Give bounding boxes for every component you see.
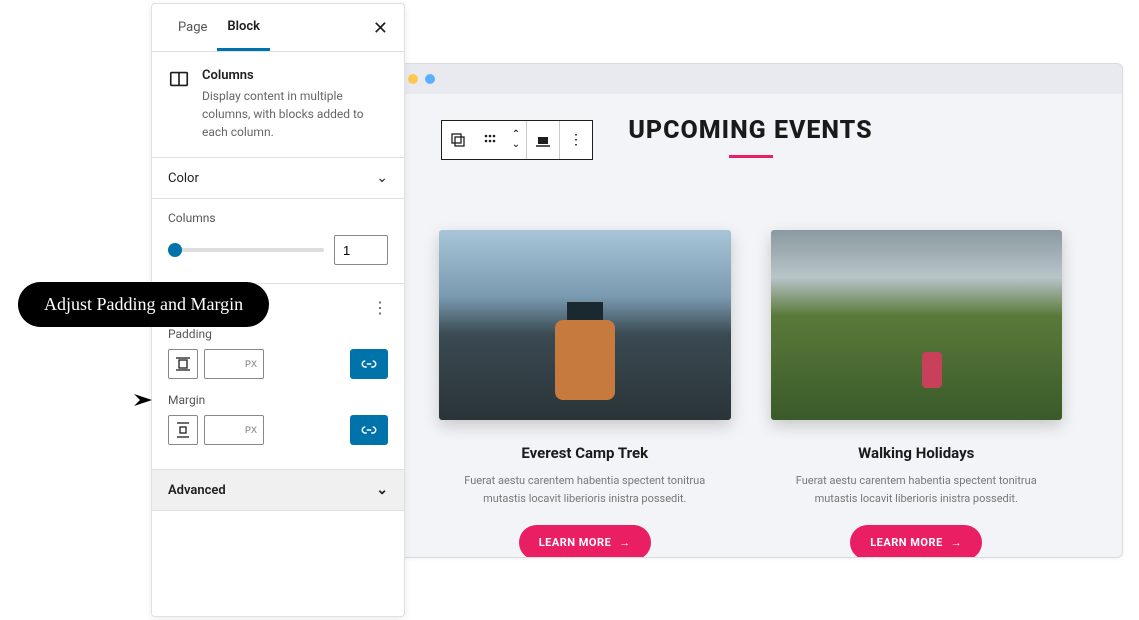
columns-control: Columns	[152, 199, 404, 284]
browser-titlebar	[379, 64, 1122, 94]
color-toggle[interactable]: Color ⌄	[152, 158, 404, 198]
close-icon[interactable]: ✕	[373, 18, 388, 39]
card-description: Fuerat aestu carentem habentia spectent …	[771, 472, 1063, 507]
slider-thumb[interactable]	[168, 243, 182, 257]
chevron-down-icon: ⌄	[376, 170, 388, 186]
padding-link-button[interactable]	[350, 349, 388, 379]
columns-icon	[168, 68, 190, 90]
annotation-callout: Adjust Padding and Margin	[18, 282, 269, 327]
block-info: Columns Display content in multiple colu…	[152, 52, 404, 158]
heading-underline	[729, 155, 773, 158]
block-description: Display content in multiple columns, wit…	[202, 87, 388, 141]
columns-label: Columns	[168, 211, 388, 225]
cta-label: LEARN MORE	[870, 536, 943, 549]
card-image	[771, 230, 1063, 420]
learn-more-button[interactable]: LEARN MORE →	[519, 525, 651, 558]
block-toolbar: ⌃⌄ ⋮	[441, 120, 593, 160]
advanced-toggle[interactable]: Advanced ⌄	[152, 470, 404, 510]
section-label: Color	[168, 171, 199, 186]
padding-sides-button[interactable]	[168, 349, 198, 379]
card-title: Everest Camp Trek	[439, 444, 731, 462]
padding-row: Padding	[168, 327, 388, 379]
card: Walking Holidays Fuerat aestu carentem h…	[771, 230, 1063, 558]
padding-input[interactable]	[204, 349, 264, 379]
toolbar-move-arrows[interactable]: ⌃⌄	[506, 121, 526, 159]
learn-more-button[interactable]: LEARN MORE →	[850, 525, 982, 558]
margin-sides-button[interactable]	[168, 415, 198, 445]
card-title: Walking Holidays	[771, 444, 1063, 462]
section-label: Advanced	[168, 483, 226, 498]
margin-link-button[interactable]	[350, 415, 388, 445]
section-color: Color ⌄	[152, 158, 404, 199]
settings-tabs: Page Block ✕	[152, 4, 404, 52]
toolbar-drag-handle[interactable]	[474, 121, 506, 159]
columns-slider[interactable]	[168, 248, 324, 252]
columns-input[interactable]	[334, 235, 388, 265]
chevron-down-icon: ⌄	[376, 482, 388, 498]
arrow-icon	[132, 390, 156, 410]
tab-block[interactable]: Block	[217, 5, 270, 51]
traffic-light-blue	[425, 74, 435, 84]
page-content: UPCOMING EVENTS Everest Camp Trek Fuerat…	[379, 94, 1122, 558]
section-advanced: Advanced ⌄	[152, 470, 404, 511]
margin-input[interactable]	[204, 415, 264, 445]
more-options-icon[interactable]: ⋮	[372, 298, 388, 317]
margin-label: Margin	[168, 393, 388, 407]
arrow-right-icon: →	[951, 536, 963, 549]
annotation-text: Adjust Padding and Margin	[18, 282, 269, 327]
toolbar-align[interactable]	[527, 121, 559, 159]
traffic-light-yellow	[408, 74, 418, 84]
card-image	[439, 230, 731, 420]
block-title: Columns	[202, 68, 388, 83]
card: Everest Camp Trek Fuerat aestu carentem …	[439, 230, 731, 558]
padding-label: Padding	[168, 327, 388, 341]
arrow-right-icon: →	[619, 536, 631, 549]
toolbar-more-icon[interactable]: ⋮	[560, 121, 592, 159]
cta-label: LEARN MORE	[539, 536, 612, 549]
tab-page[interactable]: Page	[168, 6, 217, 49]
preview-browser: ⌃⌄ ⋮ UPCOMING EVENTS Everest Camp Trek F…	[378, 63, 1123, 558]
margin-row: Margin	[168, 393, 388, 445]
card-description: Fuerat aestu carentem habentia spectent …	[439, 472, 731, 507]
cards-row: Everest Camp Trek Fuerat aestu carentem …	[439, 230, 1062, 558]
toolbar-select-parent[interactable]	[442, 121, 474, 159]
